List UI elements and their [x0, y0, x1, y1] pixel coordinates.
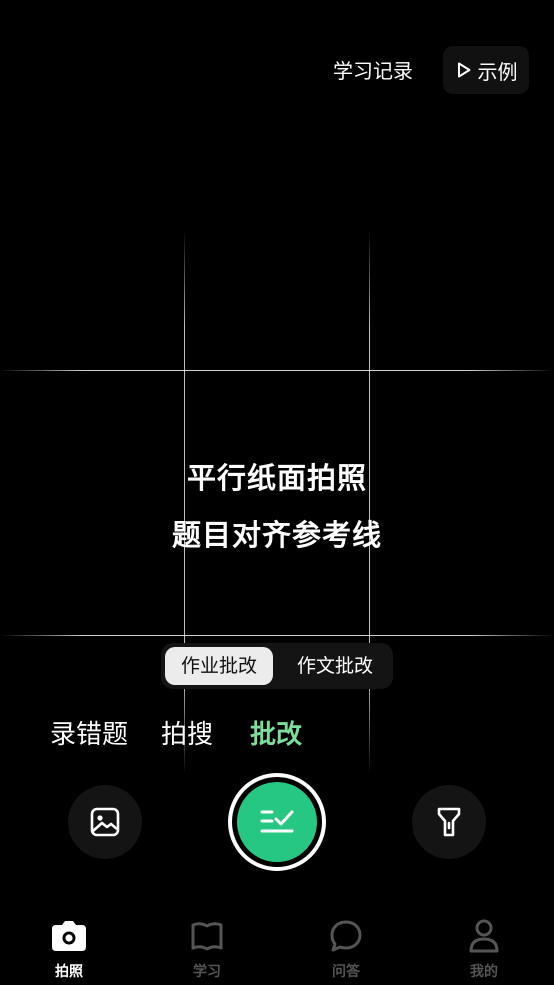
nav-label-study: 学习 — [193, 964, 221, 980]
user-icon — [469, 919, 499, 953]
hint-line-1: 平行纸面拍照 — [186, 461, 367, 495]
tab-essay-grading[interactable]: 作文批改 — [281, 647, 389, 685]
book-icon — [191, 922, 223, 951]
gallery-button[interactable] — [68, 785, 142, 859]
shutter-button[interactable] — [228, 773, 326, 871]
shutter-inner — [237, 782, 317, 862]
guide-line-horizontal-top — [0, 370, 554, 371]
play-icon — [457, 62, 470, 78]
hint-line-2: 题目对齐参考线 — [171, 518, 382, 552]
flashlight-icon — [437, 807, 461, 837]
grading-type-toggle: 作业批改 作文批改 — [161, 643, 393, 689]
nav-label-mine: 我的 — [470, 964, 498, 980]
mode-tab-grading[interactable]: 批改 — [250, 716, 302, 754]
flashlight-button[interactable] — [412, 785, 486, 859]
guide-line-horizontal-bottom — [0, 635, 554, 636]
mode-tab-photo-search[interactable]: 拍搜 — [161, 716, 213, 754]
camera-icon — [52, 921, 86, 951]
nav-label-camera: 拍照 — [55, 964, 83, 980]
bottom-nav: 拍照 学习 问答 我的 — [0, 905, 554, 985]
guide-line-vertical-right — [369, 230, 370, 775]
nav-item-mine[interactable]: 我的 — [444, 917, 524, 983]
nav-item-qa[interactable]: 问答 — [306, 917, 386, 983]
tab-homework-grading[interactable]: 作业批改 — [165, 647, 273, 685]
grade-check-icon — [260, 810, 294, 833]
study-history-link[interactable]: 学习记录 — [333, 55, 413, 87]
mode-tab-wrong-questions[interactable]: 录错题 — [50, 716, 128, 754]
guide-line-vertical-left — [184, 230, 185, 775]
nav-label-qa: 问答 — [332, 964, 360, 980]
example-label: 示例 — [477, 59, 518, 84]
nav-item-camera[interactable]: 拍照 — [29, 917, 109, 983]
camera-screen: 学习记录 示例 平行纸面拍照 题目对齐参考线 作业批改 作文批改 录错题 拍搜 … — [0, 0, 554, 985]
chat-icon — [330, 920, 362, 952]
gallery-icon — [90, 807, 120, 837]
example-button[interactable]: 示例 — [443, 46, 529, 94]
nav-item-study[interactable]: 学习 — [167, 917, 247, 983]
